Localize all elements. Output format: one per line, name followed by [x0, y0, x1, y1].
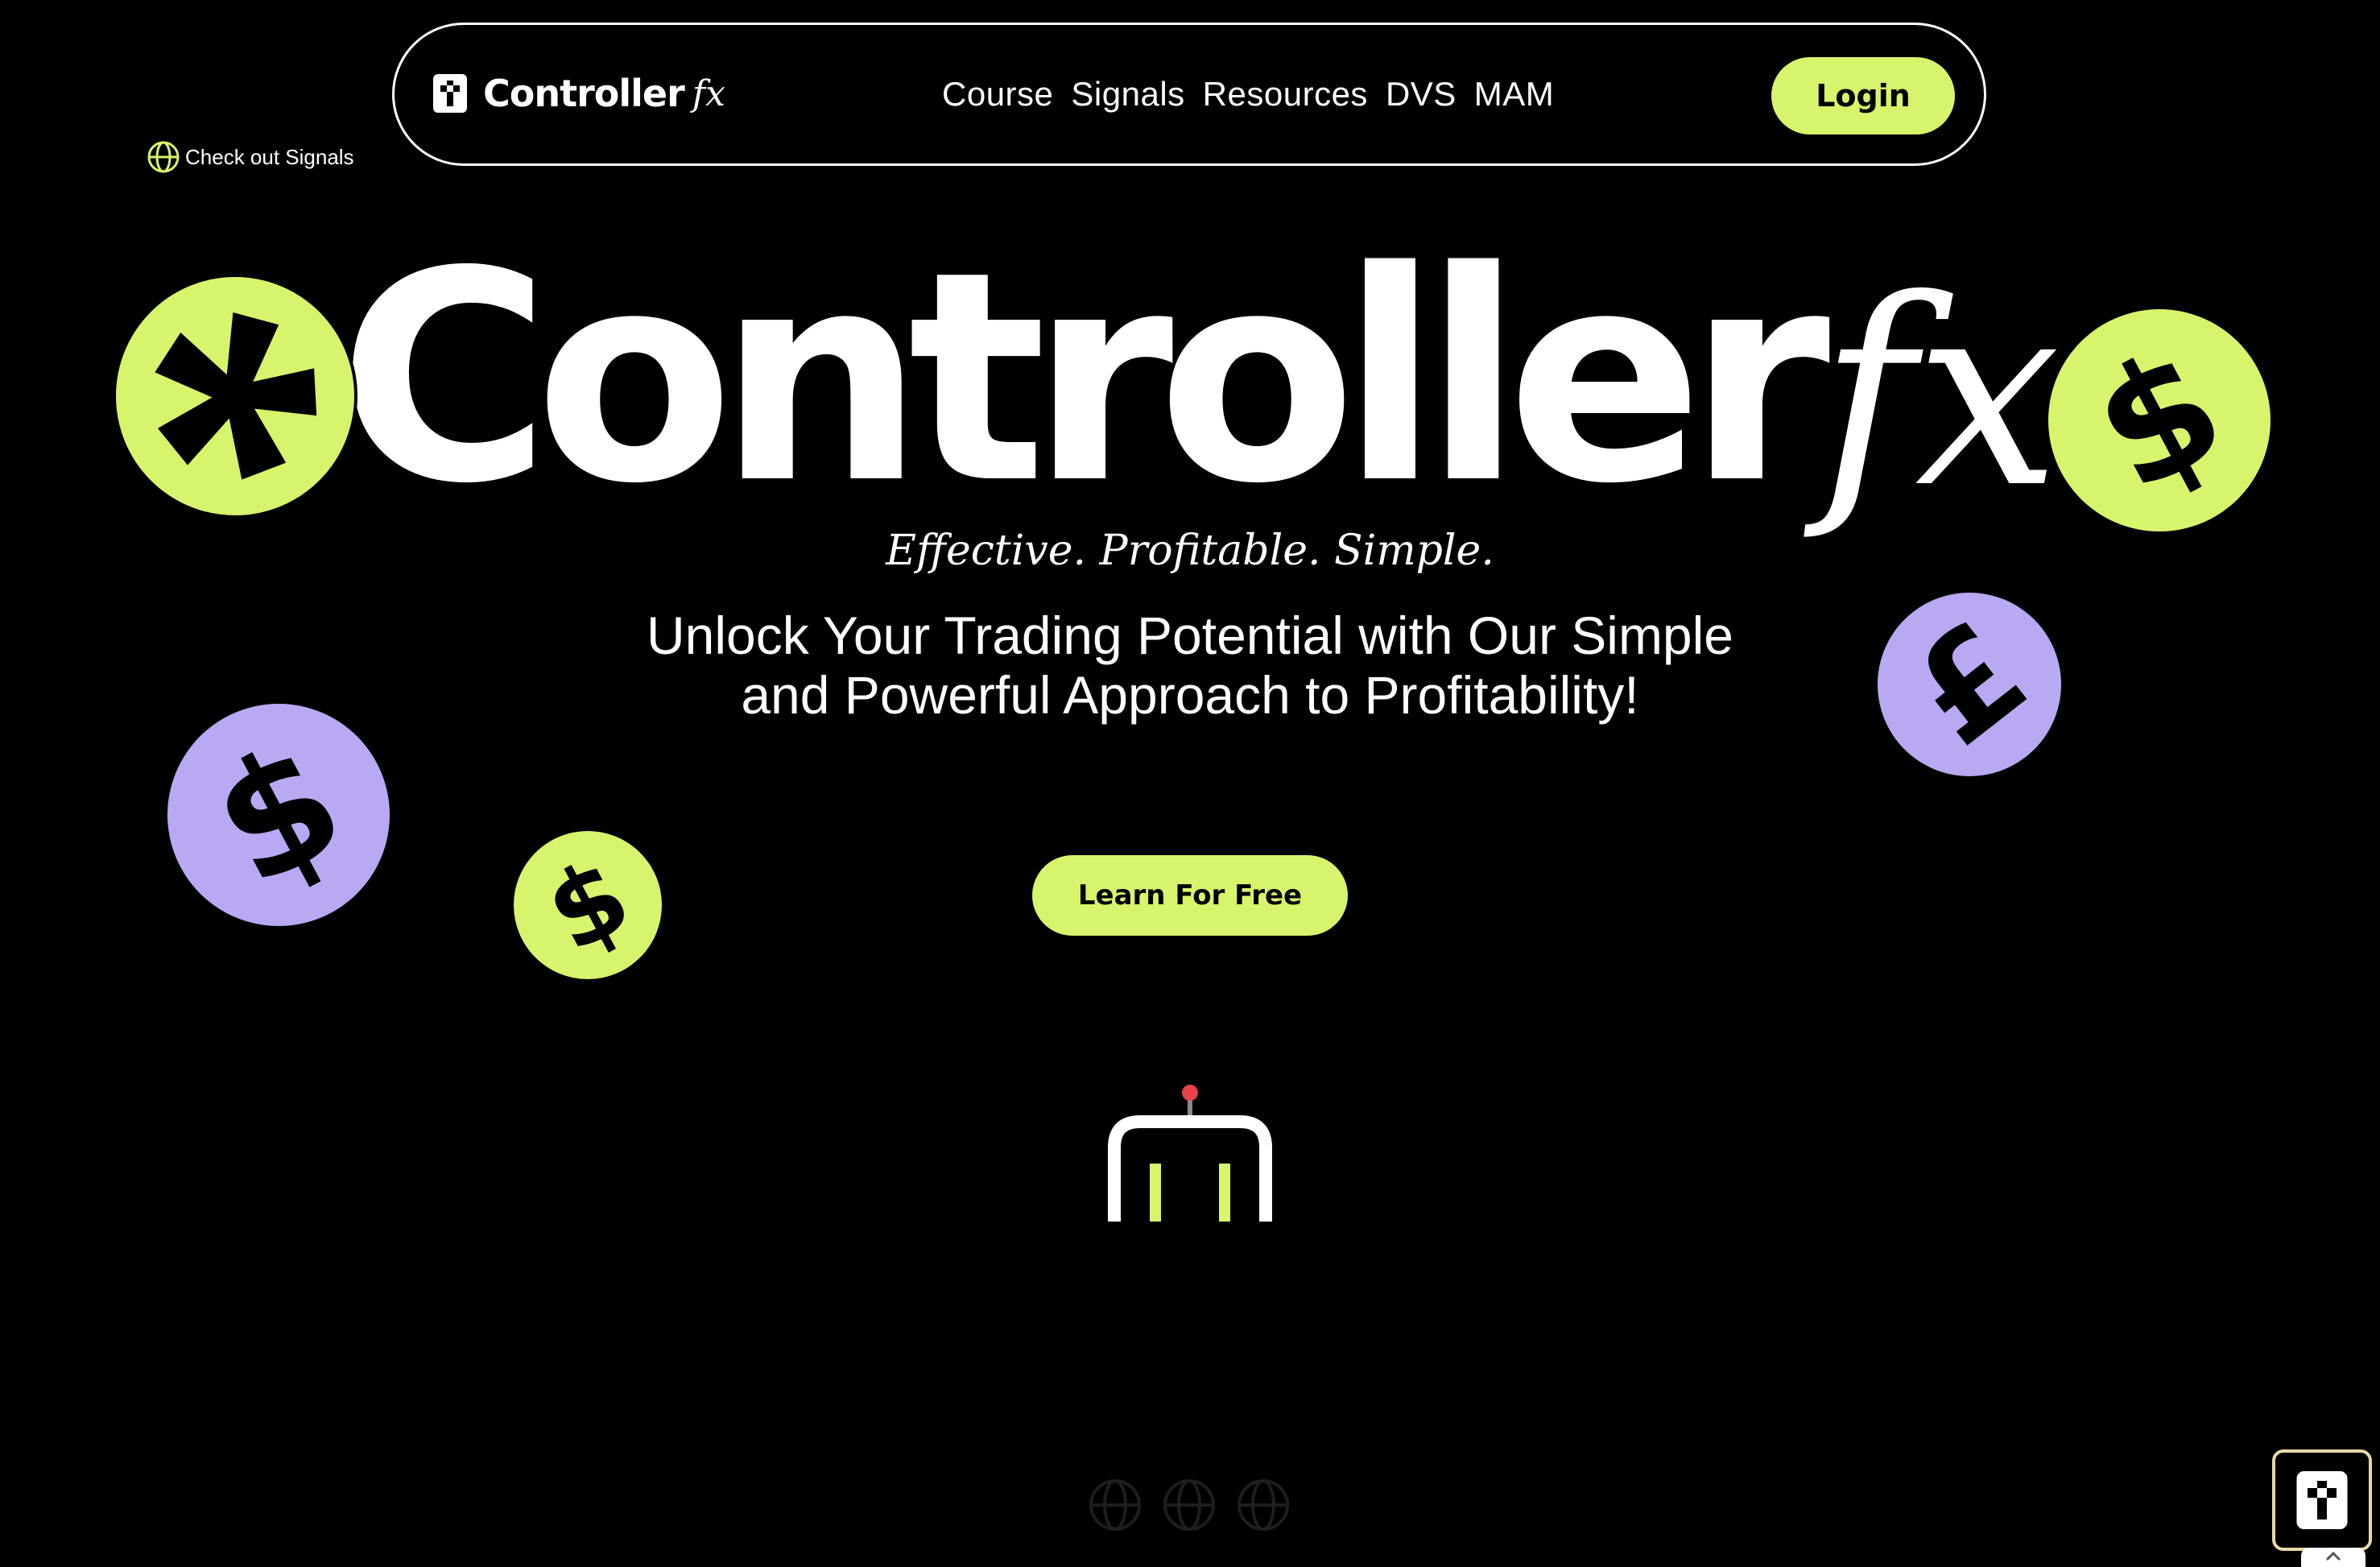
brand-mark-icon: [433, 74, 467, 113]
top-navigation: Controller fx Course Signals Resources D…: [392, 23, 1986, 166]
dollar-coin-small: $: [514, 831, 662, 979]
chevron-up-icon: [2325, 1551, 2341, 1561]
pound-icon: £: [1882, 592, 2056, 777]
hero-title: Controller: [338, 209, 1830, 547]
check-out-signals-label: Check out Signals: [185, 144, 354, 169]
hero-tagline: Effective. Profitable. Simple.: [886, 527, 1494, 575]
nav-link-mam[interactable]: MAM: [1474, 75, 1555, 114]
dollar-icon: $: [527, 833, 649, 977]
dollar-icon: $: [2065, 311, 2253, 530]
login-button[interactable]: Login: [1771, 57, 1955, 134]
page: Controller fx Course Signals Resources D…: [0, 0, 2380, 1567]
dollar-icon: $: [184, 705, 372, 924]
nav-link-dvs[interactable]: DVS: [1386, 75, 1457, 114]
star-burst-icon: [155, 312, 317, 480]
brand-name: Controller: [483, 72, 685, 115]
nav-links: Course Signals Resources DVS MAM: [942, 75, 1554, 114]
pound-coin: £: [1878, 593, 2061, 776]
brand-fx: fx: [692, 72, 725, 114]
brand-logo[interactable]: Controller fx: [433, 72, 725, 115]
check-out-signals-link[interactable]: Check out Signals: [147, 140, 354, 174]
nav-link-signals[interactable]: Signals: [1071, 75, 1184, 114]
learn-for-free-button[interactable]: Learn For Free: [1032, 855, 1348, 936]
nav-link-course[interactable]: Course: [942, 75, 1053, 114]
star-burst-coin: [113, 274, 357, 519]
globe-icon: [147, 141, 180, 173]
dollar-coin-purple: $: [167, 704, 390, 926]
globe-icon: [1089, 1479, 1141, 1531]
widget-expand-tab[interactable]: [2301, 1548, 2366, 1567]
globe-icon: [1163, 1479, 1215, 1531]
carousel-indicators: [1087, 1477, 1291, 1533]
nav-link-resources[interactable]: Resources: [1203, 75, 1368, 114]
hero-title-fx: fx: [1820, 245, 2060, 544]
dollar-coin-large: $: [2048, 309, 2271, 531]
globe-icon: [1238, 1479, 1289, 1531]
robot-mascot-icon: [1108, 1085, 1272, 1222]
brand-mark-icon: [2296, 1471, 2348, 1529]
chat-widget-button[interactable]: [2272, 1449, 2372, 1551]
